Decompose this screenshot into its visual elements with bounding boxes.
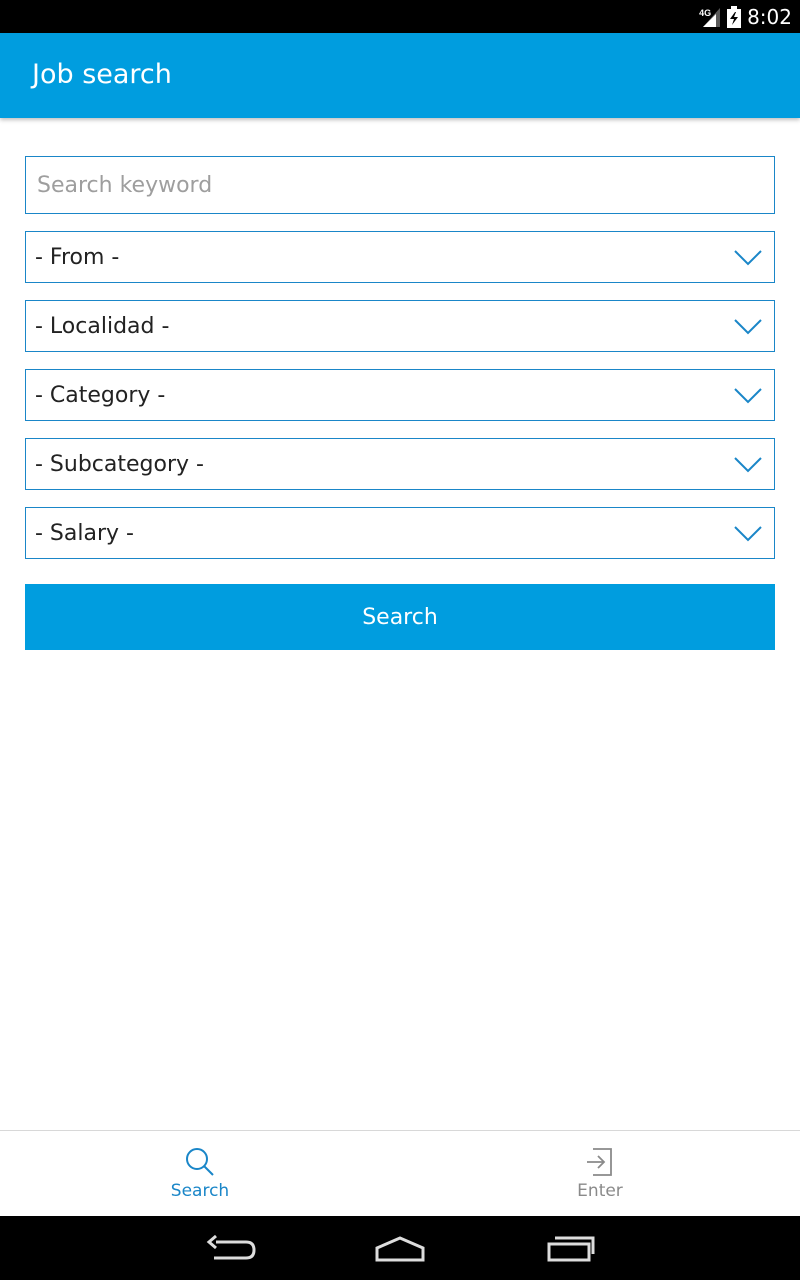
bottom-nav-enter[interactable]: Enter [400, 1131, 800, 1217]
signal-icon: 4G [699, 6, 721, 28]
localidad-select[interactable]: - Localidad - [25, 300, 775, 352]
chevron-down-icon [734, 388, 762, 404]
category-select[interactable]: - Category - [25, 369, 775, 421]
back-icon[interactable] [202, 1232, 258, 1264]
app-bar: Job search [0, 33, 800, 118]
subcategory-select[interactable]: - Subcategory - [25, 438, 775, 490]
status-time: 8:02 [747, 4, 792, 29]
search-keyword-input[interactable] [26, 157, 774, 213]
search-keyword-field[interactable] [25, 156, 775, 214]
salary-select[interactable]: - Salary - [25, 507, 775, 559]
search-button[interactable]: Search [25, 584, 775, 650]
localidad-select-label: - Localidad - [35, 313, 170, 339]
status-icons: 4G 8:02 [699, 0, 792, 33]
enter-icon [587, 1148, 612, 1176]
category-select-label: - Category - [35, 382, 166, 408]
home-icon[interactable] [372, 1232, 428, 1264]
chevron-down-icon [734, 526, 762, 542]
chevron-down-icon [734, 250, 762, 266]
bottom-nav-search[interactable]: Search [0, 1131, 400, 1217]
search-icon [186, 1148, 214, 1176]
bottom-nav: Search Enter [0, 1130, 800, 1216]
recent-apps-icon[interactable] [543, 1232, 599, 1264]
salary-select-label: - Salary - [35, 520, 134, 546]
chevron-down-icon [734, 319, 762, 335]
from-select[interactable]: - From - [25, 231, 775, 283]
job-search-form: - From - - Localidad - - Category - - Su… [25, 156, 775, 650]
from-select-label: - From - [35, 244, 120, 270]
bottom-nav-search-label: Search [170, 1181, 230, 1201]
subcategory-select-label: - Subcategory - [35, 451, 204, 477]
chevron-down-icon [734, 457, 762, 473]
status-bar: 4G 8:02 [0, 0, 800, 33]
page-title: Job search [32, 59, 172, 90]
bottom-nav-enter-label: Enter [577, 1181, 623, 1201]
battery-icon [727, 5, 742, 28]
system-nav-bar [0, 1216, 800, 1280]
